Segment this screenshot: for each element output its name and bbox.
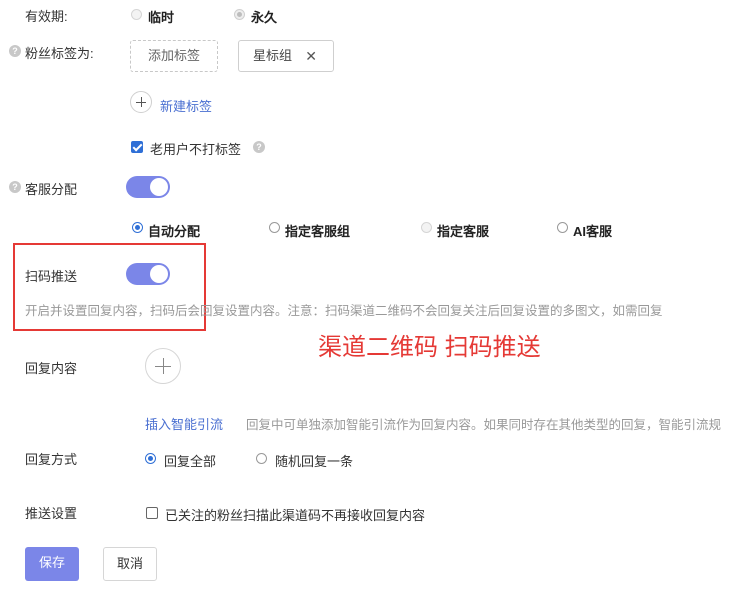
no-reply-checkbox[interactable]	[146, 507, 158, 519]
reply-all-radio[interactable]	[145, 453, 156, 464]
help-icon[interactable]: ?	[9, 45, 21, 57]
reply-random-label: 随机回复一条	[275, 454, 354, 469]
new-tag-link[interactable]: 新建标签	[160, 96, 212, 115]
cs-group-label: 指定客服组	[285, 224, 351, 239]
cs-auto-label: 自动分配	[148, 224, 201, 239]
cs-ai-radio[interactable]	[557, 222, 568, 233]
scan-push-label: 扫码推送	[25, 269, 78, 284]
reply-content-hint: 回复中可单独添加智能引流作为回复内容。如果同时存在其他类型的回复，智能引流规	[246, 418, 722, 432]
reply-all-label: 回复全部	[164, 454, 217, 469]
reply-content-label: 回复内容	[25, 361, 78, 376]
insert-smart-link[interactable]: 插入智能引流	[145, 414, 223, 433]
validity-temp-label: 临时	[148, 10, 175, 25]
cs-agent-label: 指定客服	[437, 224, 490, 239]
fan-tags-label: 粉丝标签为:	[25, 46, 94, 61]
no-reply-label: 已关注的粉丝扫描此渠道码不再接收回复内容	[165, 508, 426, 523]
validity-label: 有效期:	[25, 9, 68, 24]
cs-group-radio[interactable]	[269, 222, 280, 233]
annotation-text: 渠道二维码 扫码推送	[318, 334, 541, 361]
validity-permanent-radio[interactable]	[234, 9, 245, 20]
reply-mode-label: 回复方式	[25, 452, 78, 467]
customer-service-toggle[interactable]	[126, 176, 170, 198]
scan-push-toggle[interactable]	[126, 263, 170, 285]
help-icon[interactable]: ?	[9, 181, 21, 193]
old-user-no-tag-checkbox[interactable]	[131, 141, 143, 153]
toggle-knob	[150, 265, 168, 283]
add-tag-button[interactable]: 添加标签	[130, 40, 218, 72]
add-reply-button[interactable]	[145, 348, 181, 384]
cs-ai-label: AI客服	[573, 224, 613, 239]
old-user-no-tag-label: 老用户不打标签	[150, 142, 242, 157]
tag-chip-label: 星标组	[253, 48, 293, 63]
validity-permanent-label: 永久	[251, 10, 278, 25]
scan-push-description: 开启并设置回复内容，扫码后会回复设置内容。注意：扫码渠道二维码不会回复关注后回复…	[25, 304, 663, 318]
cs-agent-radio[interactable]	[421, 222, 432, 233]
push-settings-label: 推送设置	[25, 506, 78, 521]
close-icon[interactable]: ✕	[305, 41, 317, 71]
validity-temp-radio[interactable]	[131, 9, 142, 20]
toggle-knob	[150, 178, 168, 196]
plus-circle-icon[interactable]	[130, 91, 152, 113]
reply-random-radio[interactable]	[256, 453, 267, 464]
cancel-button[interactable]: 取消	[103, 547, 157, 581]
tag-chip: 星标组 ✕	[238, 40, 334, 72]
save-button[interactable]: 保存	[25, 547, 79, 581]
customer-service-label: 客服分配	[25, 182, 78, 197]
cs-auto-radio[interactable]	[132, 222, 143, 233]
help-icon[interactable]: ?	[253, 141, 265, 153]
